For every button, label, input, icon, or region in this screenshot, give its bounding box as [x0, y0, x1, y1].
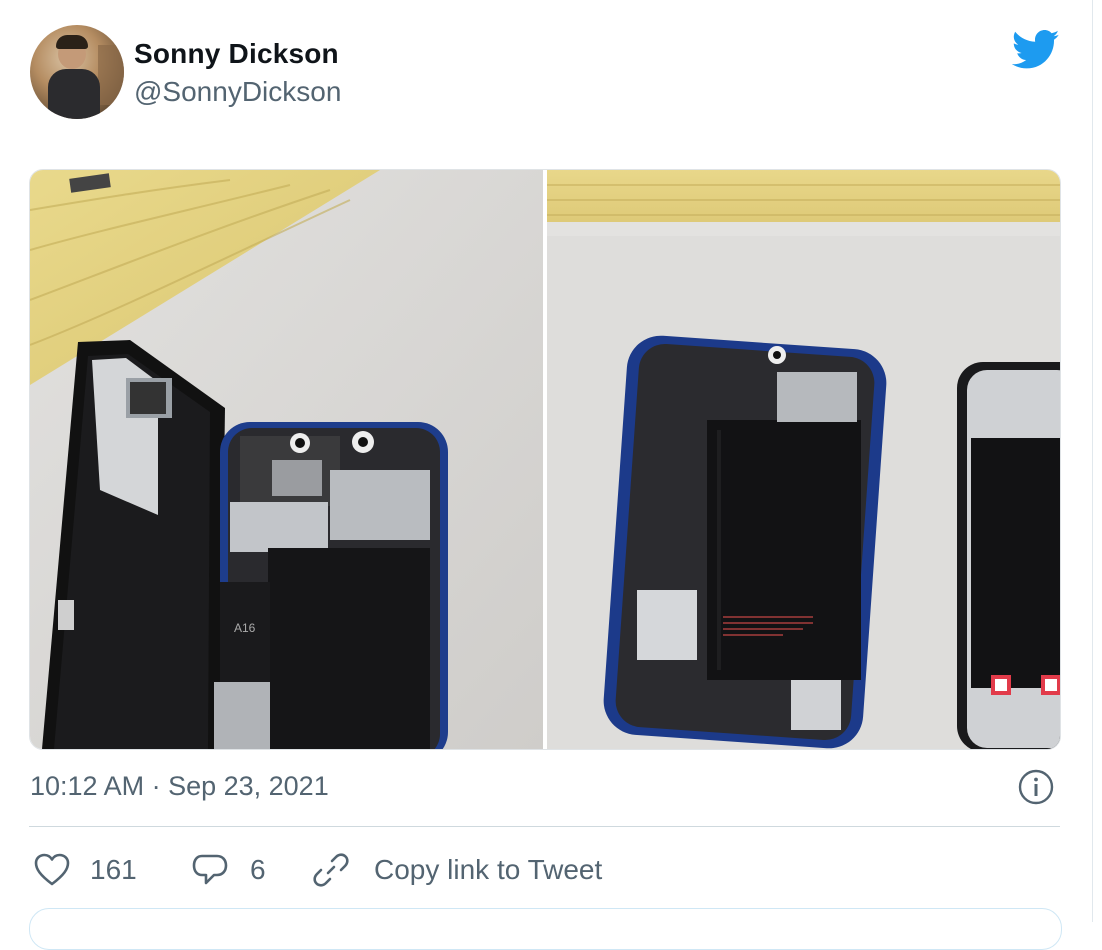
- photo-teardown-left[interactable]: A16: [30, 170, 543, 749]
- tweet-media[interactable]: A16: [29, 169, 1061, 750]
- copy-link-button[interactable]: Copy link to Tweet: [312, 845, 602, 895]
- author-handle[interactable]: @SonnyDickson: [134, 76, 341, 108]
- like-count: 161: [90, 854, 137, 885]
- reply-count: 6: [250, 854, 266, 885]
- avatar[interactable]: [30, 25, 124, 119]
- chip-label: A16: [234, 621, 256, 635]
- reply-button[interactable]: 6: [192, 845, 266, 895]
- speech-bubble-icon: [192, 854, 228, 885]
- copy-link-label: Copy link to Tweet: [374, 854, 603, 885]
- read-more-button[interactable]: [29, 908, 1062, 950]
- divider: [29, 826, 1060, 827]
- twitter-bird-icon[interactable]: [1012, 30, 1060, 70]
- tweet-actions: 161 6 Copy link to Tweet: [0, 845, 1100, 895]
- link-icon: [313, 853, 349, 887]
- like-button[interactable]: 161: [34, 845, 137, 895]
- photo-teardown-right[interactable]: [547, 170, 1060, 749]
- info-icon[interactable]: [1017, 768, 1055, 806]
- tweet-card: Sonny Dickson @SonnyDickson A16 10:12 AM…: [0, 0, 1093, 950]
- tweet-timestamp[interactable]: 10:12 AM · Sep 23, 2021: [30, 771, 329, 802]
- heart-icon: [34, 853, 70, 886]
- author-name[interactable]: Sonny Dickson: [134, 38, 339, 70]
